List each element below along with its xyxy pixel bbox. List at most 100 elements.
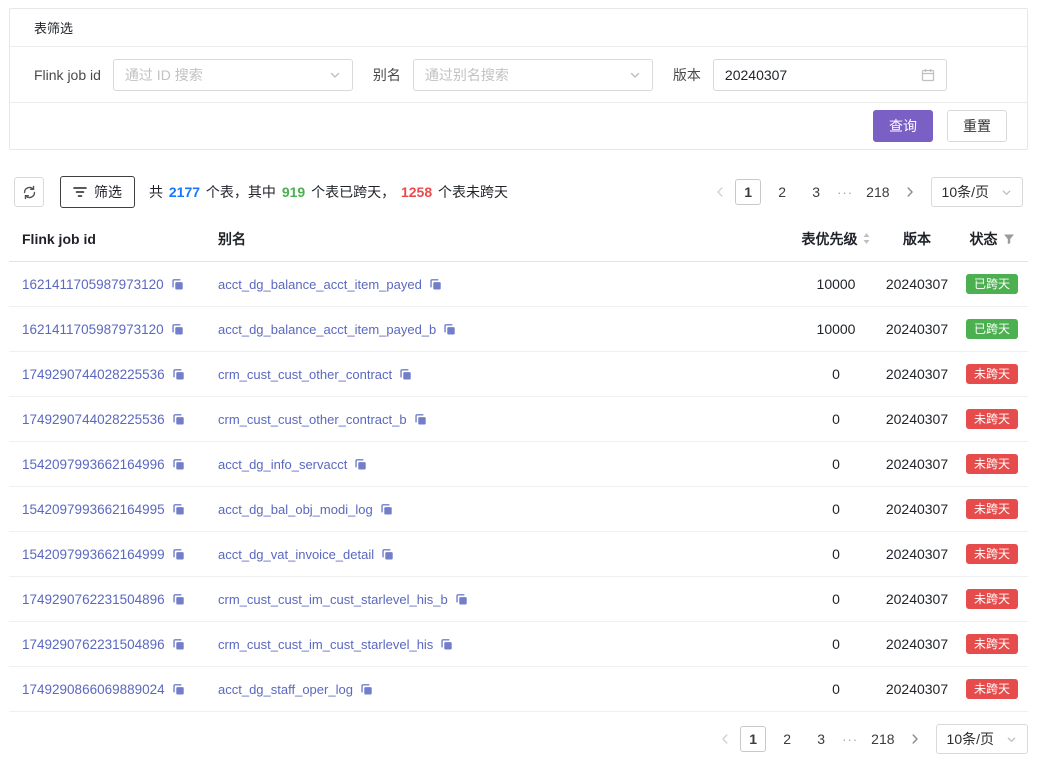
priority-value: 0 xyxy=(832,456,840,472)
job-id-link[interactable]: 1749290744028225536 xyxy=(22,367,165,382)
alias-input[interactable] xyxy=(425,67,623,83)
filter-button[interactable]: 筛选 xyxy=(60,176,135,208)
copy-icon[interactable] xyxy=(455,593,468,606)
pagination: 123···21810条/页 xyxy=(709,177,1023,207)
version-date-picker[interactable] xyxy=(713,59,947,91)
version-input[interactable] xyxy=(725,67,915,83)
copy-icon[interactable] xyxy=(171,323,184,336)
pagination-page-2[interactable]: 2 xyxy=(774,726,800,752)
flink-job-id-select[interactable] xyxy=(113,59,353,91)
filter-lines-icon xyxy=(73,186,87,198)
job-id-link[interactable]: 1542097993662164999 xyxy=(22,547,165,562)
crossed-count: 919 xyxy=(282,184,305,200)
alias-cell: crm_cust_cust_im_cust_starlevel_his_b xyxy=(218,592,794,607)
table-body: 1621411705987973120 acct_dg_balance_acct… xyxy=(9,262,1028,712)
copy-icon[interactable] xyxy=(171,278,184,291)
job-id-cell: 1749290744028225536 xyxy=(9,412,218,427)
alias-link[interactable]: crm_cust_cust_im_cust_starlevel_his_b xyxy=(218,592,448,607)
copy-icon[interactable] xyxy=(440,638,453,651)
priority-cell: 0 xyxy=(794,456,878,472)
alias-link[interactable]: acct_dg_info_servacct xyxy=(218,457,347,472)
table-row: 1542097993662164995 acct_dg_bal_obj_modi… xyxy=(9,487,1028,532)
pagination-page-1[interactable]: 1 xyxy=(740,726,766,752)
alias-link[interactable]: acct_dg_balance_acct_item_payed_b xyxy=(218,322,436,337)
summary-text: 个表未跨天 xyxy=(434,184,508,200)
flink-job-id-input[interactable] xyxy=(125,67,323,83)
job-id-link[interactable]: 1621411705987973120 xyxy=(22,322,164,337)
page-size-select[interactable]: 10条/页 xyxy=(931,177,1023,207)
alias-link[interactable]: acct_dg_vat_invoice_detail xyxy=(218,547,374,562)
copy-icon[interactable] xyxy=(172,413,185,426)
pagination-page-218[interactable]: 218 xyxy=(861,179,894,205)
filter-panel-title: 表筛选 xyxy=(10,9,1027,47)
job-id-cell: 1749290762231504896 xyxy=(9,637,218,652)
job-id-cell: 1749290866069889024 xyxy=(9,682,218,697)
copy-icon[interactable] xyxy=(443,323,456,336)
copy-icon[interactable] xyxy=(360,683,373,696)
copy-icon[interactable] xyxy=(414,413,427,426)
page-size-label: 10条/页 xyxy=(947,729,994,749)
copy-icon[interactable] xyxy=(429,278,442,291)
page-size-label: 10条/页 xyxy=(942,182,989,202)
copy-icon[interactable] xyxy=(172,458,185,471)
status-cell: 未跨天 xyxy=(956,589,1028,609)
pagination-page-1[interactable]: 1 xyxy=(735,179,761,205)
job-id-link[interactable]: 1749290744028225536 xyxy=(22,412,165,427)
chevron-right-icon[interactable] xyxy=(899,179,921,205)
priority-value: 0 xyxy=(832,546,840,562)
alias-cell: acct_dg_info_servacct xyxy=(218,457,794,472)
job-id-link[interactable]: 1621411705987973120 xyxy=(22,277,164,292)
alias-link[interactable]: crm_cust_cust_other_contract_b xyxy=(218,412,407,427)
filter-button-label: 筛选 xyxy=(94,182,122,202)
copy-icon[interactable] xyxy=(399,368,412,381)
column-header-flink-job-id: Flink job id xyxy=(9,231,218,247)
alias-select[interactable] xyxy=(413,59,653,91)
copy-icon[interactable] xyxy=(172,593,185,606)
status-cell: 未跨天 xyxy=(956,454,1028,474)
job-id-cell: 1749290744028225536 xyxy=(9,367,218,382)
pagination-page-3[interactable]: 3 xyxy=(808,726,834,752)
filter-panel: 表筛选 Flink job id 别名 xyxy=(9,8,1028,150)
copy-icon[interactable] xyxy=(354,458,367,471)
filter-icon[interactable] xyxy=(1003,233,1015,245)
job-id-link[interactable]: 1749290762231504896 xyxy=(22,592,165,607)
alias-link[interactable]: acct_dg_balance_acct_item_payed xyxy=(218,277,422,292)
alias-link[interactable]: acct_dg_bal_obj_modi_log xyxy=(218,502,373,517)
pagination-page-2[interactable]: 2 xyxy=(769,179,795,205)
copy-icon[interactable] xyxy=(172,683,185,696)
alias-cell: acct_dg_balance_acct_item_payed_b xyxy=(218,322,794,337)
alias-link[interactable]: crm_cust_cust_im_cust_starlevel_his xyxy=(218,637,433,652)
pagination: 123···21810条/页 xyxy=(714,724,1028,754)
page-size-select[interactable]: 10条/页 xyxy=(936,724,1028,754)
pagination-page-218[interactable]: 218 xyxy=(866,726,899,752)
chevron-left-icon[interactable] xyxy=(709,179,731,205)
priority-value: 0 xyxy=(832,366,840,382)
chevron-down-icon xyxy=(1001,187,1012,198)
copy-icon[interactable] xyxy=(172,638,185,651)
sort-icon[interactable] xyxy=(862,232,871,245)
copy-icon[interactable] xyxy=(172,548,185,561)
copy-icon[interactable] xyxy=(172,368,185,381)
chevron-right-icon[interactable] xyxy=(904,726,926,752)
column-header-version: 版本 xyxy=(878,229,956,249)
query-button[interactable]: 查询 xyxy=(873,110,933,142)
pagination-page-3[interactable]: 3 xyxy=(803,179,829,205)
job-id-cell: 1749290762231504896 xyxy=(9,592,218,607)
priority-value: 0 xyxy=(832,636,840,652)
alias-cell: acct_dg_bal_obj_modi_log xyxy=(218,502,794,517)
job-id-link[interactable]: 1749290866069889024 xyxy=(22,682,165,697)
alias-link[interactable]: crm_cust_cust_other_contract xyxy=(218,367,392,382)
refresh-button[interactable] xyxy=(14,177,44,207)
copy-icon[interactable] xyxy=(381,548,394,561)
alias-link[interactable]: acct_dg_staff_oper_log xyxy=(218,682,353,697)
column-header-status: 状态 xyxy=(956,229,1028,249)
job-id-link[interactable]: 1542097993662164995 xyxy=(22,502,165,517)
calendar-icon xyxy=(921,68,935,82)
copy-icon[interactable] xyxy=(380,503,393,516)
job-id-link[interactable]: 1749290762231504896 xyxy=(22,637,165,652)
copy-icon[interactable] xyxy=(172,503,185,516)
job-id-link[interactable]: 1542097993662164996 xyxy=(22,457,165,472)
chevron-left-icon[interactable] xyxy=(714,726,736,752)
reset-button[interactable]: 重置 xyxy=(947,110,1007,142)
priority-value: 0 xyxy=(832,591,840,607)
